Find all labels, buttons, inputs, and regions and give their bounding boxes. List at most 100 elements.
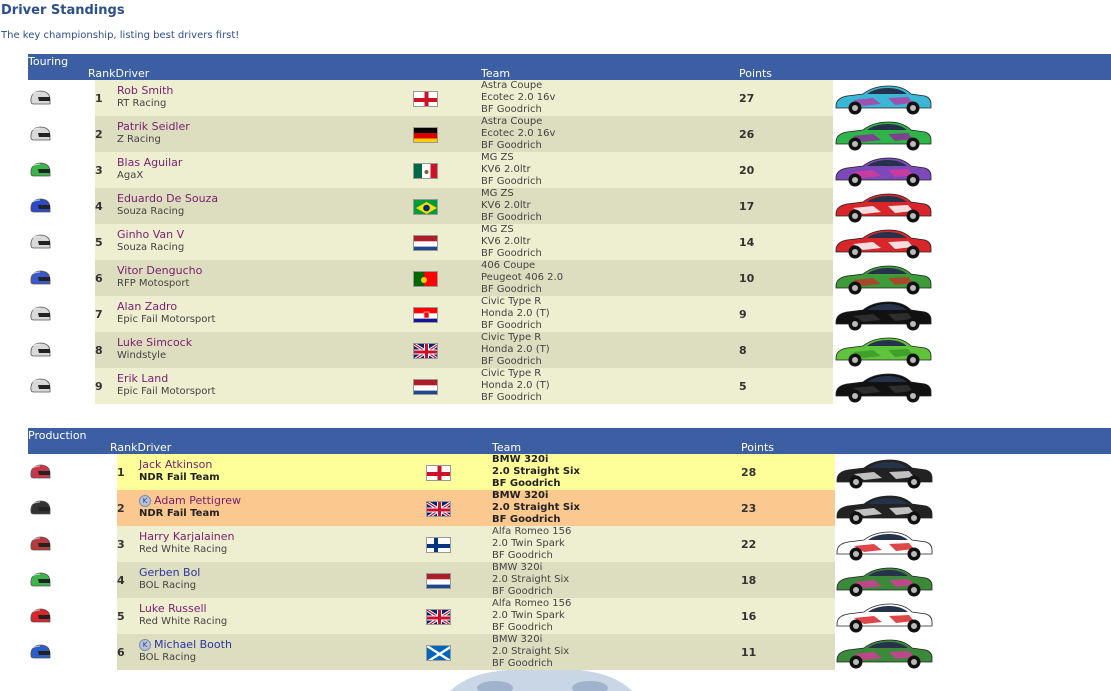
table-row: 3 Blas Aguilar AgaX MG ZS KV6 2.0ltr BF Goodr… (28, 152, 1111, 188)
driver-name: Vitor Dengucho (117, 264, 203, 277)
driver-team: NDR Fail Team (139, 508, 220, 519)
car-detail-line: Astra Coupe (481, 116, 543, 127)
rank-number: 6 (117, 646, 125, 659)
table-row: 5 Ginho Van V Souza Racing MG ZS KV6 2.0ltr B… (28, 224, 1111, 260)
country-flag-icon (426, 645, 451, 661)
car-detail-line: Civic Type R (481, 332, 542, 343)
driver-name: Eduardo De Souza (117, 192, 219, 205)
car-details: 406 Coupe Peugeot 406 2.0 BF Goodrich (481, 260, 563, 296)
driver-name-link[interactable]: Vitor Dengucho (117, 264, 202, 277)
driver-name-link[interactable]: Erik Land (117, 372, 168, 385)
car-detail-line: BF Goodrich (492, 550, 553, 561)
car-details: Alfa Romeo 156 2.0 Twin Spark BF Goodrich (492, 598, 571, 634)
car-details: Alfa Romeo 156 2.0 Twin Spark BF Goodrich (492, 526, 571, 562)
car-detail-line: 406 Coupe (481, 260, 536, 271)
points-header: Points (741, 441, 775, 454)
car-detail-line: Honda 2.0 (T) (481, 380, 550, 391)
driver-name-link[interactable]: Gerben Bol (139, 566, 200, 579)
car-details: BMW 320i 2.0 Straight Six BF Goodrich (492, 490, 580, 526)
country-flag-icon (413, 91, 438, 107)
driver-badge-icon: K (139, 495, 151, 507)
driver-name-link[interactable]: Blas Aguilar (117, 156, 182, 169)
car-detail-line: BMW 320i (492, 490, 549, 501)
driver-name: Alan Zadro (117, 300, 178, 313)
helmet-icon (28, 377, 52, 397)
country-flag-icon (413, 343, 438, 359)
driver-team: Red White Racing (139, 544, 228, 555)
car-detail-line: KV6 2.0ltr (481, 236, 531, 247)
car-detail-line: BMW 320i (492, 634, 543, 645)
car-detail-line: BF Goodrich (481, 392, 542, 403)
car-detail-line: 2.0 Straight Six (492, 646, 570, 657)
driver-name: Erik Land (117, 372, 169, 385)
table-row: 1 Rob Smith RT Racing Astra Coupe Ecotec 2.0… (28, 80, 1111, 116)
rank-number: 4 (117, 574, 125, 587)
driver-name-link[interactable]: Jack Atkinson (139, 458, 212, 471)
car-livery-image (833, 262, 933, 296)
car-details: MG ZS KV6 2.0ltr BF Goodrich (481, 224, 542, 260)
driver-points: 23 (741, 502, 757, 515)
driver-name: Luke Simcock (117, 336, 193, 349)
driver-name-link[interactable]: Ginho Van V (117, 228, 184, 241)
car-detail-line: BF Goodrich (481, 248, 542, 259)
driver-team: RFP Motosport (117, 278, 190, 289)
driver-points: 8 (739, 344, 747, 357)
car-detail-line: Civic Type R (481, 368, 542, 379)
rank-number: 5 (117, 610, 125, 623)
car-detail-line: BF Goodrich (481, 356, 542, 367)
driver-name-link[interactable]: Alan Zadro (117, 300, 177, 313)
car-livery-image (833, 370, 933, 404)
car-details: Civic Type R Honda 2.0 (T) BF Goodrich (481, 332, 550, 368)
rank-number: 4 (95, 200, 103, 213)
driver-points: 20 (739, 164, 755, 177)
driver-name: Harry Karjalainen (139, 530, 235, 543)
rank-driver-header: RankDriver (88, 67, 150, 80)
driver-team: Windstyle (117, 350, 167, 361)
car-livery-image (833, 298, 933, 332)
row-background (95, 260, 833, 296)
rank-driver-header: RankDriver (110, 441, 172, 454)
car-livery-image (834, 528, 934, 562)
background-car-watermark (450, 670, 632, 691)
driver-team: Red White Racing (139, 616, 228, 627)
driver-name-link[interactable]: K Michael Booth (139, 638, 232, 651)
driver-name: Adam Pettigrew (154, 494, 241, 507)
car-detail-line: 2.0 Straight Six (492, 574, 570, 585)
row-background (95, 332, 833, 368)
driver-name: Michael Booth (154, 638, 232, 651)
driver-points: 16 (741, 610, 757, 623)
driver-name-link[interactable]: Harry Karjalainen (139, 530, 235, 543)
driver-name: Gerben Bol (139, 566, 201, 579)
driver-name-link[interactable]: Patrik Seidler (117, 120, 190, 133)
car-detail-line: BF Goodrich (481, 284, 542, 295)
driver-team: Souza Racing (117, 206, 185, 217)
row-background (95, 224, 833, 260)
helmet-icon (28, 463, 52, 483)
car-detail-line: BF Goodrich (481, 104, 542, 115)
touring-title: Touring (28, 55, 69, 68)
driver-team: Epic Fail Motorsport (117, 386, 216, 397)
car-livery-image (834, 456, 934, 490)
driver-name-link[interactable]: Luke Simcock (117, 336, 192, 349)
driver-team: RT Racing (117, 98, 167, 109)
car-livery-image (833, 334, 933, 368)
driver-team: Epic Fail Motorsport (117, 314, 216, 325)
driver-name-link[interactable]: K Adam Pettigrew (139, 494, 241, 507)
driver-name-link[interactable]: Eduardo De Souza (117, 192, 218, 205)
country-flag-icon (413, 379, 438, 395)
car-details: Astra Coupe Ecotec 2.0 16v BF Goodrich (481, 116, 555, 152)
car-details: Astra Coupe Ecotec 2.0 16v BF Goodrich (481, 80, 555, 116)
car-details: MG ZS KV6 2.0ltr BF Goodrich (481, 188, 542, 224)
driver-points: 14 (739, 236, 755, 249)
table-row: 4 Eduardo De Souza Souza Racing MG ZS KV6 2.… (28, 188, 1111, 224)
country-flag-icon (413, 307, 438, 323)
driver-name-link[interactable]: Rob Smith (117, 84, 173, 97)
driver-name-link[interactable]: Luke Russell (139, 602, 207, 615)
driver-points: 27 (739, 92, 755, 105)
row-background (95, 152, 833, 188)
driver-name: Patrik Seidler (117, 120, 190, 133)
touring-section: Touring RankDriver Team Points 1 Rob Smit… (28, 54, 1111, 404)
helmet-icon (28, 499, 52, 519)
car-detail-line: BF Goodrich (481, 212, 542, 223)
helmet-icon (28, 341, 52, 361)
